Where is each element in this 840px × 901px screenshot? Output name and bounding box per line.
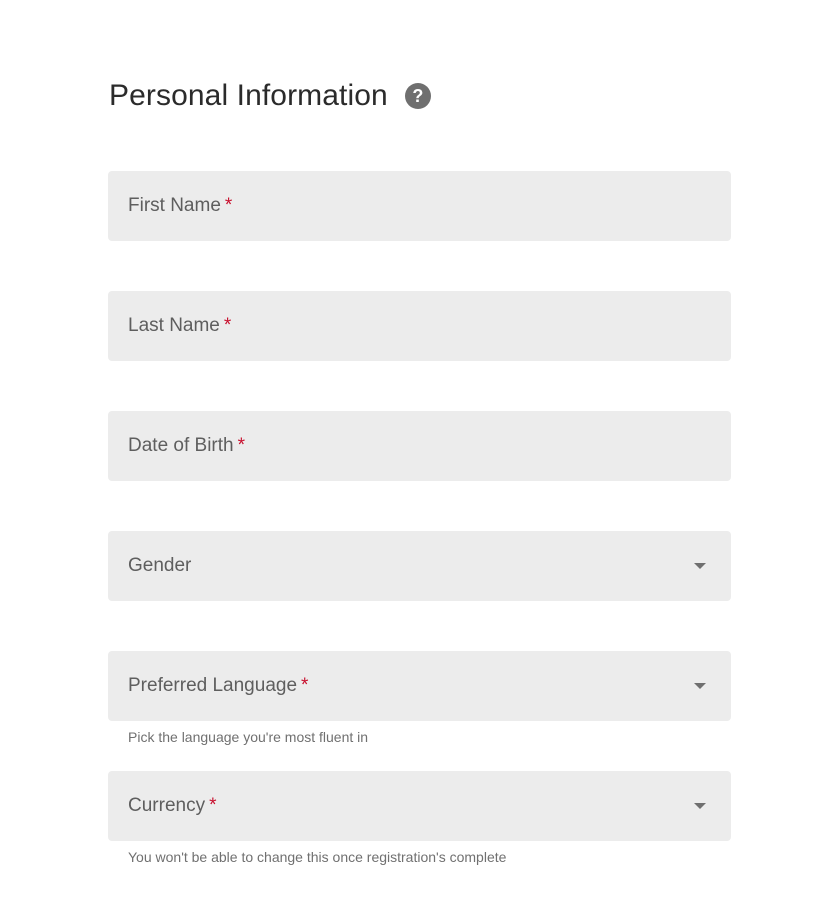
currency-label-text: Currency [128, 795, 206, 816]
gender-select[interactable]: Gender [108, 531, 731, 601]
page-title: Personal Information [109, 79, 388, 112]
preferred-language-helper: Pick the language you're most fluent in [128, 729, 369, 745]
date-of-birth-label: Date of Birth * [128, 435, 245, 457]
first-name-label-text: First Name [128, 195, 221, 216]
required-marker: * [301, 675, 309, 696]
last-name-label-text: Last Name [128, 315, 220, 336]
first-name-field[interactable]: First Name * [108, 171, 731, 241]
date-of-birth-label-text: Date of Birth [128, 435, 234, 456]
required-marker: * [209, 795, 217, 816]
chevron-down-icon [694, 803, 706, 809]
chevron-down-icon [694, 683, 706, 689]
help-icon[interactable]: ? [404, 83, 431, 109]
currency-helper: You won't be able to change this once re… [128, 849, 507, 865]
last-name-label: Last Name * [128, 315, 231, 337]
last-name-field[interactable]: Last Name * [108, 291, 731, 361]
required-marker: * [224, 195, 233, 216]
currency-label: Currency * [128, 795, 216, 817]
chevron-down-icon [694, 563, 706, 569]
preferred-language-select[interactable]: Preferred Language * [108, 651, 731, 721]
currency-select[interactable]: Currency * [108, 771, 731, 841]
preferred-language-label-text: Preferred Language [128, 675, 298, 696]
date-of-birth-field[interactable]: Date of Birth * [108, 411, 731, 481]
required-marker: * [223, 315, 232, 336]
first-name-label: First Name * [128, 195, 232, 217]
gender-label: Gender [128, 555, 192, 576]
preferred-language-label: Preferred Language * [128, 675, 308, 697]
page-header: Personal Information ? [109, 76, 431, 116]
required-marker: * [237, 435, 246, 456]
